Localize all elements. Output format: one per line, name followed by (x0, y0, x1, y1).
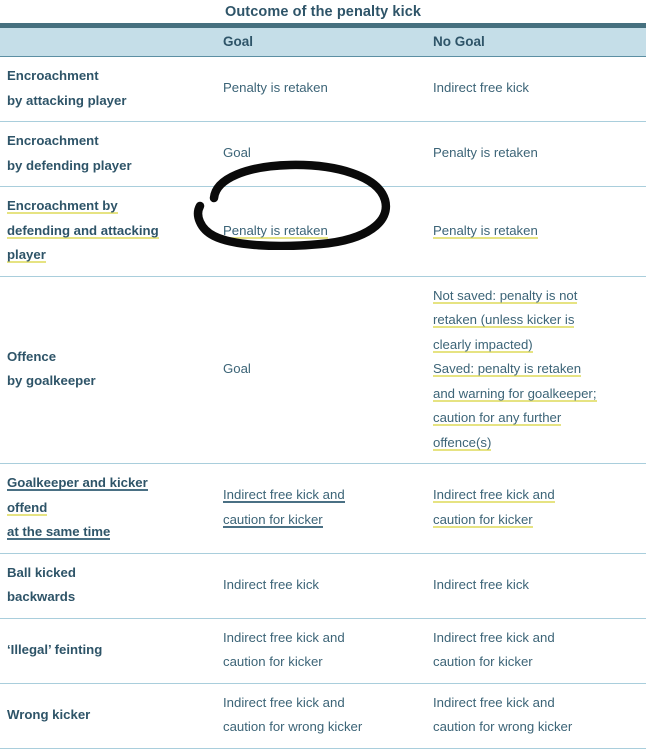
row-offence-label: Ball kicked backwards (0, 553, 219, 619)
label-line: offend (7, 499, 48, 516)
row-offence-label: Goalkeeper and kicker offend at the same … (0, 463, 219, 554)
table-row: Encroachment by defending player Goal Penal… (0, 121, 646, 187)
column-header-no-goal: No Goal (429, 28, 646, 57)
no_goal-line: Penalty is retaken (433, 145, 538, 161)
cell-goal-outcome: Indirect free kick and caution for wrong … (219, 683, 429, 749)
cell-goal-outcome: Indirect free kick and caution for kicke… (219, 463, 429, 554)
table-row: Ball kicked backwards Indirect free kick In… (0, 553, 646, 619)
table-row: Wrong kicker Indirect free kick and cautio… (0, 683, 646, 749)
label-line: Goalkeeper and kicker (7, 475, 148, 491)
goal-line: Indirect free kick and (223, 629, 345, 645)
no_goal-line: Indirect free kick and (433, 629, 555, 645)
cell-no-goal-outcome: Penalty is retaken (429, 121, 646, 187)
label-line: backwards (7, 589, 76, 604)
cell-goal-outcome: Indirect free kick (219, 553, 429, 619)
goal-line: caution for kicker (223, 654, 323, 669)
row-offence-label: Encroachment by defending and attacking p… (0, 186, 219, 277)
label-line: ‘Illegal’ feinting (7, 641, 103, 657)
row-offence-label: Encroachment by attacking player (0, 56, 219, 122)
no_goal-line: Indirect free kick and (433, 694, 555, 710)
no_goal-line: caution for kicker (433, 654, 533, 669)
goal-line: Goal (223, 145, 251, 161)
goal-line: Indirect free kick (223, 576, 320, 592)
cell-no-goal-outcome: Indirect free kick (429, 553, 646, 619)
table-header-row: Goal No Goal (0, 28, 646, 57)
goal-line: Indirect free kick and (223, 694, 345, 710)
label-line: Ball kicked (7, 564, 76, 580)
no_goal-line: Indirect free kick and (433, 487, 555, 504)
no_goal-line: Penalty is retaken (433, 222, 538, 239)
goal-line: Penalty is retaken (223, 222, 328, 239)
no_goal-line: clearly impacted) (433, 336, 533, 353)
label-line: defending and attacking (7, 222, 159, 239)
no_goal-line: caution for wrong kicker (433, 719, 573, 734)
label-line: Encroachment (7, 133, 99, 148)
cell-no-goal-outcome: Penalty is retaken (429, 186, 646, 277)
column-header-offence (0, 28, 219, 57)
no_goal-line: caution for kicker (433, 511, 533, 528)
label-line: player (7, 247, 46, 263)
penalty-outcome-table-page: Outcome of the penalty kick Goal No Goal… (0, 0, 646, 749)
no_goal-line: and warning for goalkeeper; (433, 385, 597, 402)
label-line: Encroachment by (7, 198, 118, 214)
goal-line: Goal (223, 361, 251, 376)
label-line: at the same time (7, 524, 111, 540)
no_goal-line: Indirect free kick (433, 576, 530, 592)
table-head: Goal No Goal (0, 28, 646, 57)
outcome-table: Goal No Goal Encroachment by attacking pl… (0, 28, 646, 749)
goal-line: caution for wrong kicker (223, 719, 363, 734)
cell-goal-outcome: Indirect free kick and caution for kicker (219, 618, 429, 684)
table-row: ‘Illegal’ feinting Indirect free kick and… (0, 618, 646, 684)
label-line: Offence (7, 348, 57, 364)
table-row: Offence by goalkeeper Goal Not saved: penal… (0, 276, 646, 464)
cell-no-goal-outcome: Indirect free kick and caution for wrong … (429, 683, 646, 749)
label-line: by defending player (7, 157, 132, 173)
no_goal-line: Saved: penalty is retaken (433, 361, 582, 377)
goal-line: caution for kicker (223, 511, 323, 528)
cell-goal-outcome: Penalty is retaken (219, 56, 429, 122)
no_goal-line: retaken (unless kicker is (433, 312, 575, 328)
label-line: by goalkeeper (7, 373, 96, 389)
no_goal-line: Indirect free kick (433, 80, 530, 96)
label-line: by attacking player (7, 92, 127, 108)
row-offence-label: ‘Illegal’ feinting (0, 618, 219, 684)
table-body: Encroachment by attacking player Penalty i… (0, 56, 646, 749)
label-line: Wrong kicker (7, 706, 91, 722)
cell-no-goal-outcome: Indirect free kick and caution for kicker (429, 618, 646, 684)
table-row: Goalkeeper and kicker offend at the same … (0, 463, 646, 554)
page-title: Outcome of the penalty kick (224, 4, 422, 20)
row-offence-label: Encroachment by defending player (0, 121, 219, 187)
cell-goal-outcome: Goal (219, 121, 429, 187)
label-line: Encroachment (7, 68, 99, 83)
no_goal-line: Not saved: penalty is not (433, 287, 578, 304)
row-offence-label: Wrong kicker (0, 683, 219, 749)
cell-goal-outcome: Penalty is retaken (219, 186, 429, 277)
table-row: Encroachment by defending and attacking p… (0, 186, 646, 277)
goal-line: Penalty is retaken (223, 80, 328, 96)
no_goal-line: offence(s) (433, 434, 492, 451)
cell-no-goal-outcome: Indirect free kick (429, 56, 646, 122)
row-offence-label: Offence by goalkeeper (0, 276, 219, 464)
no_goal-line: caution for any further (433, 410, 562, 426)
goal-line: Indirect free kick and (223, 487, 345, 504)
table-row: Encroachment by attacking player Penalty i… (0, 56, 646, 122)
column-header-goal: Goal (219, 28, 429, 57)
cell-goal-outcome: Goal (219, 276, 429, 464)
cell-no-goal-outcome: Indirect free kick and caution for kicke… (429, 463, 646, 554)
cell-no-goal-outcome: Not saved: penalty is not retaken (unles… (429, 276, 646, 464)
